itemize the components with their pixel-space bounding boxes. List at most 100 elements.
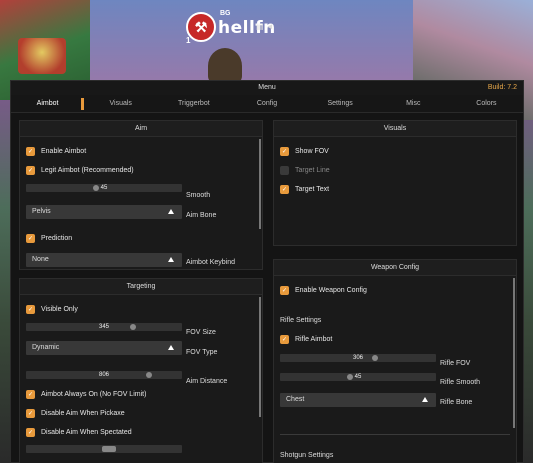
tab-config[interactable]: Config: [230, 95, 303, 112]
disable-pickaxe-checkbox[interactable]: ✓: [26, 409, 35, 418]
target-line-label: Target Line: [295, 167, 330, 174]
rifle-fov-label: Rifle FOV: [440, 360, 471, 367]
tab-triggerbot[interactable]: Triggerbot: [157, 95, 230, 112]
rifle-smooth-slider[interactable]: 45: [280, 373, 436, 381]
fov-type-select[interactable]: Dynamic: [26, 341, 182, 355]
enable-weapon-config-row[interactable]: ✓ Enable Weapon Config: [280, 286, 510, 295]
chevron-up-icon: [168, 345, 174, 350]
always-on-row[interactable]: ✓ Aimbot Always On (No FOV Limit): [26, 390, 256, 399]
pickaxe-icon: ⚒: [186, 12, 216, 42]
rifle-settings-heading: Rifle Settings: [280, 317, 322, 324]
hellfn-logo: ⚒ BG hellfn 1 ▤ ◄: [186, 8, 346, 45]
show-fov-label: Show FOV: [295, 148, 329, 155]
visible-only-label: Visible Only: [41, 306, 78, 313]
legit-aimbot-label: Legit Aimbot (Recommended): [41, 167, 134, 174]
build-version: Build: 7.2: [487, 84, 517, 91]
prediction-label: Prediction: [41, 235, 73, 242]
logo-small-text: BG: [220, 10, 231, 17]
enable-aimbot-checkbox[interactable]: ✓: [26, 147, 35, 156]
aim-scrollbar[interactable]: [259, 139, 261, 229]
aim-distance-slider[interactable]: 806: [26, 371, 182, 379]
visible-only-checkbox[interactable]: ✓: [26, 305, 35, 314]
legit-aimbot-row[interactable]: ✓ Legit Aimbot (Recommended): [26, 166, 256, 175]
enable-weapon-config-checkbox[interactable]: ✓: [280, 286, 289, 295]
rifle-bone-value: Chest: [286, 396, 305, 403]
disable-pickaxe-label: Disable Aim When Pickaxe: [41, 410, 125, 417]
rifle-fov-value: 306: [352, 355, 363, 361]
player-character: [208, 48, 242, 84]
shotgun-settings-heading: Shotgun Settings: [280, 452, 334, 459]
enable-weapon-config-label: Enable Weapon Config: [295, 287, 367, 294]
rifle-aimbot-row[interactable]: ✓ Rifle Aimbot: [280, 335, 510, 344]
tab-colors[interactable]: Colors: [450, 95, 523, 112]
show-fov-row[interactable]: ✓ Show FOV: [280, 147, 510, 156]
fov-size-label: FOV Size: [186, 329, 216, 336]
target-text-row[interactable]: ✓ Target Text: [280, 185, 510, 194]
chevron-up-icon: [168, 209, 174, 214]
chevron-up-icon: [422, 397, 428, 402]
disable-pickaxe-row[interactable]: ✓ Disable Aim When Pickaxe: [26, 409, 256, 418]
aim-bone-select[interactable]: Pelvis: [26, 205, 182, 219]
always-on-label: Aimbot Always On (No FOV Limit): [41, 391, 147, 398]
section-divider: [280, 434, 510, 435]
rifle-fov-slider[interactable]: 306: [280, 354, 436, 362]
aim-bone-value: Pelvis: [32, 208, 51, 215]
target-text-label: Target Text: [295, 186, 330, 193]
tab-bar: Aimbot Visuals Triggerbot Config Setting…: [11, 95, 523, 113]
targeting-panel-title: Targeting: [20, 279, 262, 295]
aim-bone-label: Aim Bone: [186, 212, 217, 219]
rifle-aimbot-label: Rifle Aimbot: [295, 336, 333, 343]
disable-spectated-row[interactable]: ✓ Disable Aim When Spectated: [26, 428, 256, 437]
target-line-row[interactable]: Target Line: [280, 166, 510, 175]
tab-aimbot[interactable]: Aimbot: [11, 95, 85, 112]
chevron-up-icon: [168, 257, 174, 262]
keybind-value: None: [32, 256, 49, 263]
weapon-config-panel-title: Weapon Config: [274, 260, 516, 276]
menu-title-bar[interactable]: Menu Build: 7.2: [11, 81, 523, 95]
tab-misc[interactable]: Misc: [377, 95, 450, 112]
disable-spectated-checkbox[interactable]: ✓: [26, 428, 35, 437]
smooth-label: Smooth: [186, 192, 211, 199]
enable-aimbot-row[interactable]: ✓ Enable Aimbot: [26, 147, 256, 156]
weapon-config-panel: Weapon Config ✓ Enable Weapon Config Rif…: [273, 259, 517, 463]
rifle-smooth-label: Rifle Smooth: [440, 379, 481, 386]
aim-panel: Aim ✓ Enable Aimbot ✓ Legit Aimbot (Reco…: [19, 120, 263, 270]
aim-distance-value: 806: [98, 372, 109, 378]
smooth-value: 45: [100, 185, 108, 191]
cheat-menu-window: Menu Build: 7.2 Aimbot Visuals Triggerbo…: [10, 80, 524, 463]
tab-settings[interactable]: Settings: [304, 95, 377, 112]
aimbot-keybind-label: Aimbot Keybind: [186, 259, 236, 266]
visible-only-row[interactable]: ✓ Visible Only: [26, 305, 256, 314]
fov-type-value: Dynamic: [32, 344, 60, 351]
fov-size-value: 345: [98, 324, 109, 330]
aim-distance-label: Aim Distance: [186, 378, 228, 385]
next-slider[interactable]: [26, 445, 182, 453]
weapon-scrollbar[interactable]: [513, 278, 515, 428]
rifle-aimbot-checkbox[interactable]: ✓: [280, 335, 289, 344]
rifle-bone-select[interactable]: Chest: [280, 393, 436, 407]
prediction-checkbox[interactable]: ✓: [26, 234, 35, 243]
target-text-checkbox[interactable]: ✓: [280, 185, 289, 194]
logo-number: 1: [186, 36, 191, 45]
menu-title: Menu: [258, 84, 276, 91]
fov-size-slider[interactable]: 345: [26, 323, 182, 331]
logo-status-icons: ▤ ◄: [256, 22, 274, 31]
visuals-panel-title: Visuals: [274, 121, 516, 137]
targeting-panel: Targeting ✓ Visible Only 345 FOV Size Dy…: [19, 278, 263, 463]
target-line-checkbox[interactable]: [280, 166, 289, 175]
always-on-checkbox[interactable]: ✓: [26, 390, 35, 399]
legit-aimbot-checkbox[interactable]: ✓: [26, 166, 35, 175]
next-slider-knob[interactable]: [102, 446, 116, 452]
aim-panel-title: Aim: [20, 121, 262, 137]
targeting-scrollbar[interactable]: [259, 297, 261, 417]
show-fov-checkbox[interactable]: ✓: [280, 147, 289, 156]
visuals-panel: Visuals ✓ Show FOV Target Line ✓ Target …: [273, 120, 517, 246]
fov-type-label: FOV Type: [186, 349, 218, 356]
rifle-bone-label: Rifle Bone: [440, 399, 473, 406]
smooth-slider[interactable]: 45: [26, 184, 182, 192]
game-background-sign: [18, 38, 66, 74]
tab-visuals[interactable]: Visuals: [84, 95, 157, 112]
aimbot-keybind-select[interactable]: None: [26, 253, 182, 267]
prediction-row[interactable]: ✓ Prediction: [26, 234, 256, 243]
rifle-smooth-value: 45: [354, 374, 362, 380]
